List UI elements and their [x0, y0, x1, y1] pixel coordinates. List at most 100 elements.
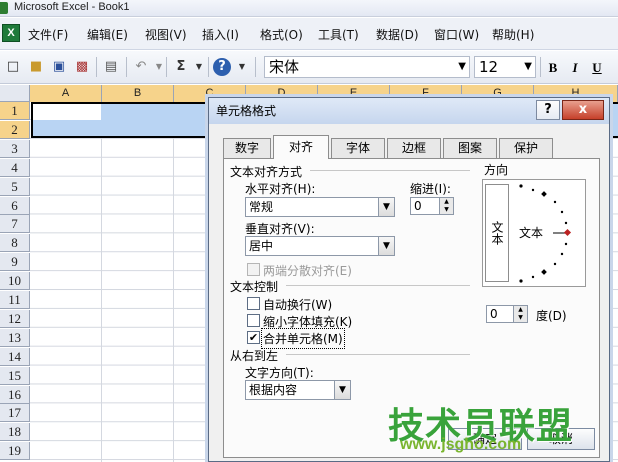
- tab-border[interactable]: 边框: [387, 138, 441, 158]
- chevron-down-icon[interactable]: ▼: [378, 237, 394, 255]
- row-header[interactable]: 9: [0, 253, 30, 272]
- section-text-alignment: 文本对齐方式: [230, 165, 303, 179]
- column-header-a[interactable]: A: [30, 85, 102, 102]
- menu-window[interactable]: 窗口(W): [434, 26, 479, 43]
- dialog-title: 单元格格式: [216, 104, 277, 118]
- save-icon[interactable]: ▣: [50, 58, 68, 76]
- undo-icon[interactable]: ↶: [132, 58, 150, 76]
- active-cell-a1[interactable]: [33, 104, 101, 120]
- open-folder-icon[interactable]: ■: [27, 58, 45, 76]
- spinner-arrows-icon[interactable]: ▲ ▼: [439, 198, 453, 214]
- dialog-help-button[interactable]: ?: [536, 100, 560, 120]
- menu-view[interactable]: 视图(V): [145, 26, 187, 43]
- wrap-text-checkbox[interactable]: [247, 297, 260, 310]
- vertical-align-value: 居中: [249, 239, 274, 253]
- menu-file[interactable]: 文件(F): [28, 26, 68, 43]
- workbook-icon[interactable]: X: [2, 24, 20, 42]
- help-icon[interactable]: ?: [213, 58, 231, 76]
- chevron-down-icon[interactable]: ▼: [334, 381, 350, 399]
- dialog-close-button[interactable]: x: [562, 100, 604, 120]
- tab-font[interactable]: 字体: [331, 138, 385, 158]
- text-direction-value: 根据内容: [249, 383, 298, 397]
- row-header[interactable]: 13: [0, 328, 30, 347]
- row-header[interactable]: 17: [0, 404, 30, 423]
- row-header[interactable]: 7: [0, 215, 30, 234]
- row-header[interactable]: 6: [0, 196, 30, 215]
- font-size-select[interactable]: 12 ▼: [474, 56, 536, 78]
- row-header[interactable]: 14: [0, 347, 30, 366]
- underline-button[interactable]: U: [588, 59, 606, 77]
- indent-spinner[interactable]: 0 ▲ ▼: [410, 197, 454, 215]
- chevron-down-icon[interactable]: ▼: [458, 57, 466, 77]
- menu-format[interactable]: 格式(O): [260, 26, 303, 43]
- section-right-to-left: 从右到左: [230, 349, 279, 363]
- tab-protection[interactable]: 保护: [499, 138, 553, 158]
- permission-icon[interactable]: ▩: [73, 58, 91, 76]
- toolbar-separator: [96, 57, 97, 77]
- tab-alignment[interactable]: 对齐: [273, 135, 329, 159]
- section-divider: [286, 285, 470, 286]
- menu-edit[interactable]: 编辑(E): [87, 26, 128, 43]
- watermark-url: www.jsgho.com: [400, 436, 522, 453]
- select-all-corner[interactable]: [0, 85, 30, 102]
- degree-label: 度(D): [536, 309, 567, 323]
- merge-cells-checkbox[interactable]: ✔: [247, 331, 260, 344]
- wrap-text-label: 自动换行(W): [263, 298, 333, 312]
- vertical-text-option[interactable]: 文本: [485, 184, 509, 282]
- autosum-button[interactable]: Σ: [172, 58, 190, 76]
- orientation-dial[interactable]: 文本: [515, 182, 581, 286]
- orientation-box: 文本 文本: [482, 179, 586, 287]
- spinner-arrows-icon[interactable]: ▲ ▼: [513, 306, 527, 322]
- chevron-down-icon[interactable]: ▼: [378, 198, 394, 216]
- shrink-to-fit-checkbox[interactable]: [247, 314, 260, 327]
- new-icon[interactable]: □: [4, 58, 22, 76]
- row-header[interactable]: 12: [0, 309, 30, 328]
- menu-data[interactable]: 数据(D): [376, 26, 419, 43]
- text-direction-select[interactable]: 根据内容 ▼: [245, 380, 351, 400]
- row-header[interactable]: 19: [0, 442, 30, 461]
- autosum-dropdown-icon[interactable]: ▼: [190, 58, 208, 76]
- row-header[interactable]: 3: [0, 139, 30, 158]
- bold-button[interactable]: B: [544, 59, 562, 77]
- horizontal-align-label: 水平对齐(H):: [245, 182, 316, 196]
- horizontal-align-select[interactable]: 常规 ▼: [245, 197, 395, 217]
- row-header[interactable]: 2: [0, 120, 30, 139]
- toolbar-options-icon[interactable]: ▼: [233, 58, 251, 76]
- tab-patterns[interactable]: 图案: [443, 138, 497, 158]
- row-header[interactable]: 8: [0, 234, 30, 253]
- row-header[interactable]: 16: [0, 385, 30, 404]
- degree-spinner[interactable]: 0 ▲ ▼: [486, 305, 528, 323]
- toolbar-separator: [540, 57, 541, 77]
- column-header-b[interactable]: B: [102, 85, 174, 102]
- row-header[interactable]: 5: [0, 177, 30, 196]
- italic-button[interactable]: I: [566, 59, 584, 77]
- menu-insert[interactable]: 插入(I): [202, 26, 239, 43]
- row-header[interactable]: 11: [0, 291, 30, 309]
- distributed-checkbox[interactable]: [247, 263, 260, 276]
- section-text-control: 文本控制: [230, 280, 279, 294]
- vertical-align-select[interactable]: 居中 ▼: [245, 236, 395, 256]
- shrink-to-fit-label: 缩小字体填充(K): [263, 315, 353, 329]
- row-header[interactable]: 18: [0, 423, 30, 442]
- print-icon[interactable]: ▤: [102, 58, 120, 76]
- toolbar-separator: [126, 57, 127, 77]
- menu-help[interactable]: 帮助(H): [492, 26, 534, 43]
- font-name-select[interactable]: 宋体 ▼: [264, 56, 470, 78]
- row-header[interactable]: 15: [0, 366, 30, 385]
- row-header[interactable]: 10: [0, 272, 30, 291]
- horizontal-align-value: 常规: [249, 200, 274, 214]
- font-size-value: 12: [479, 58, 499, 76]
- chevron-down-icon[interactable]: ▼: [524, 57, 532, 77]
- row-header[interactable]: 1: [0, 102, 30, 120]
- tab-number[interactable]: 数字: [223, 138, 271, 158]
- toolbar-separator: [166, 57, 167, 77]
- menu-tools[interactable]: 工具(T): [318, 26, 359, 43]
- font-name-value: 宋体: [269, 58, 300, 76]
- degree-value: 0: [490, 307, 498, 321]
- window-title: Microsoft Excel - Book1: [14, 1, 130, 13]
- distributed-label: 两端分散对齐(E): [263, 264, 352, 278]
- menu-bar: X 文件(F) 编辑(E) 视图(V) 插入(I) 格式(O) 工具(T) 数据…: [0, 18, 618, 50]
- row-header[interactable]: 4: [0, 158, 30, 177]
- section-divider: [286, 354, 470, 355]
- section-divider: [310, 170, 470, 171]
